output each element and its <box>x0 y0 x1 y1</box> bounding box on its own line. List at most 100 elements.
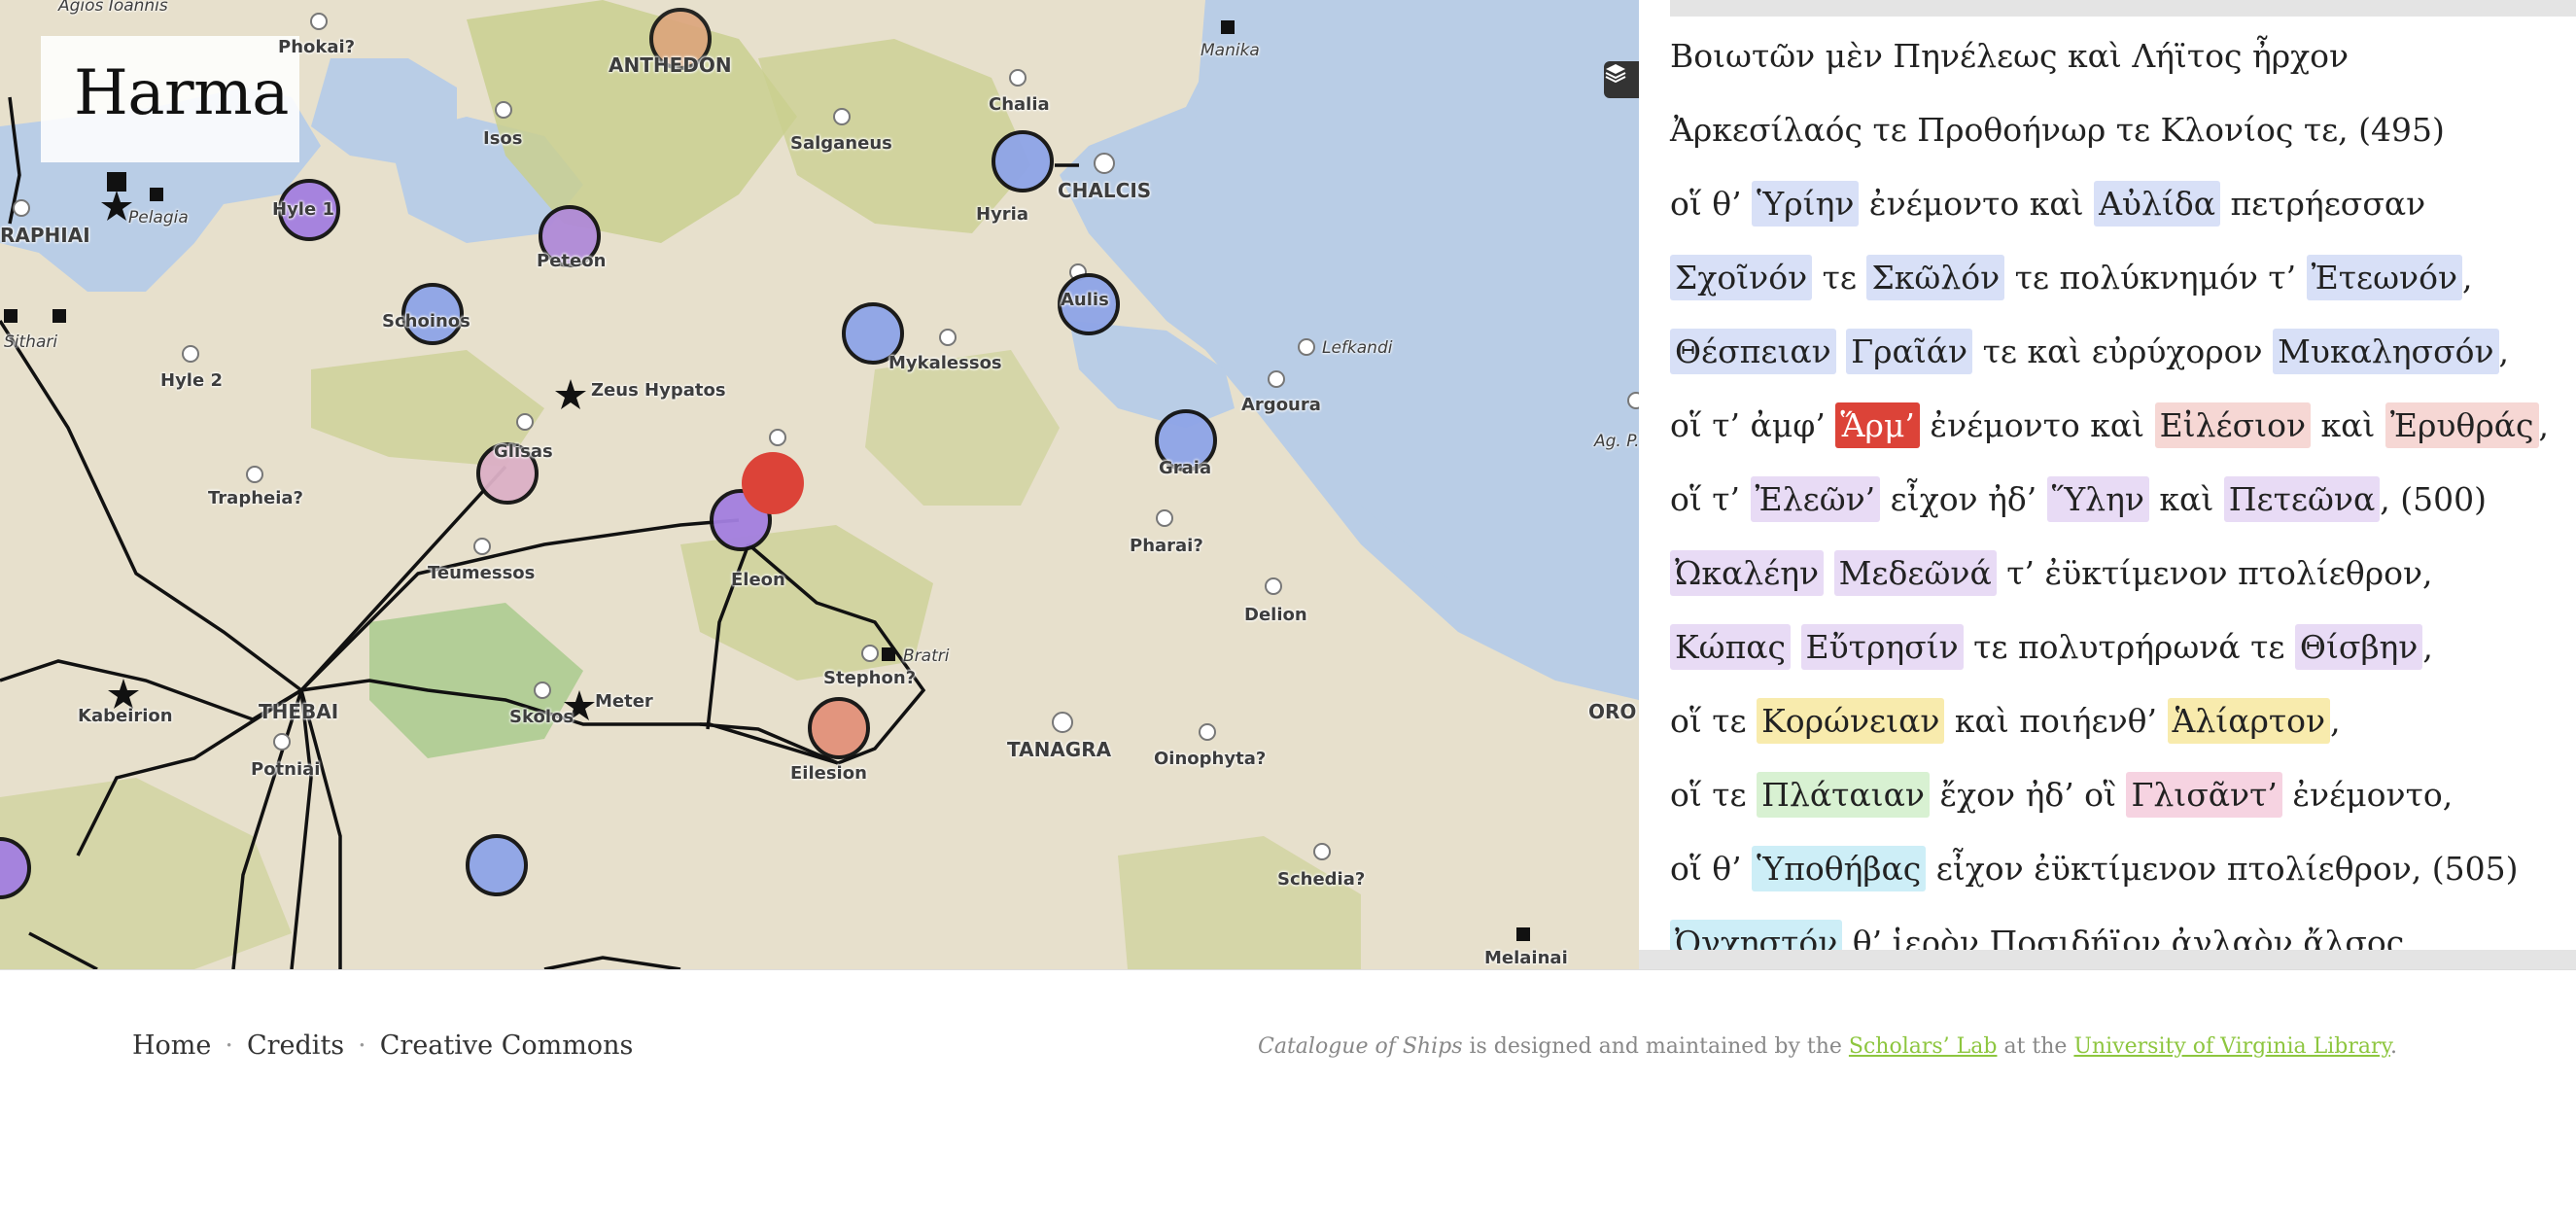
place-name[interactable]: Πετεῶνα <box>2223 476 2381 522</box>
verse-text: εἶχον ἐϋκτίμενον πτολίεθρον, (505) <box>1926 850 2519 888</box>
text-line: Ἀρκεσίλαός τε Προθοήνωρ τε Κλονίος τε, (… <box>1670 105 2549 179</box>
verse-text: τε <box>1812 259 1867 297</box>
place-name[interactable]: Κώπας <box>1670 624 1792 670</box>
credit-text: is designed and maintained by the <box>1462 1034 1849 1059</box>
verse-text: οἵ τ’ ἀμφ’ <box>1670 406 1836 444</box>
label-graia: Graia <box>1159 458 1212 478</box>
text-panel[interactable]: Βοιωτῶν μὲν Πηνέλεως καὶ Λήϊτος ἦρχον Ἀρκ… <box>1639 0 2576 969</box>
place-name[interactable]: Ὑρίην <box>1752 181 1860 227</box>
place-name[interactable]: Θίσβην <box>2294 624 2423 670</box>
marker-harma-active[interactable] <box>742 452 804 514</box>
verse-text: οἵ τε <box>1670 702 1758 740</box>
place-name[interactable]: Μεδεῶνά <box>1833 550 1997 596</box>
verse-text: εἶχον ἠδ’ <box>1880 480 2047 518</box>
link-uva-library[interactable]: University of Virginia Library <box>2073 1034 2390 1059</box>
label-argoura: Argoura <box>1241 395 1321 415</box>
verse-text: ἐνέμοντο, <box>2281 776 2454 814</box>
label-pharai: Pharai? <box>1130 536 1203 556</box>
text-line: οἵ τ’ ἀμφ’ Ἅρμ’ ἐνέμοντο καὶ Εἰλέσιον κα… <box>1670 401 2549 474</box>
place-name[interactable]: Ὕλην <box>2046 476 2149 522</box>
place-name[interactable]: Γλισᾶντ’ <box>2126 772 2282 818</box>
verse-text: οἵ θ’ <box>1670 185 1753 223</box>
place-name[interactable]: Μυκαλησσόν <box>2273 329 2499 374</box>
verse-text: ἐνέμοντο καὶ <box>1859 185 2095 223</box>
label-chalia: Chalia <box>989 94 1050 115</box>
label-salganeus: Salganeus <box>790 133 892 154</box>
label-manika: Manika <box>1201 41 1260 60</box>
label-potniai: Potniai <box>251 759 321 780</box>
footer-credit: Catalogue of Ships is designed and maint… <box>1258 1034 2397 1059</box>
verse-text: , <box>2498 332 2510 370</box>
verse-text: τε καὶ εὐρύχορον <box>1972 332 2274 370</box>
verse-text: πετρήεσσαν <box>2220 185 2426 223</box>
verse-text: οἵ τ’ <box>1670 480 1751 518</box>
verse-text: ἐνέμοντο καὶ <box>1919 406 2155 444</box>
label-hyria: Hyria <box>976 204 1028 225</box>
label-oinophyta: Oinophyta? <box>1154 749 1267 769</box>
label-melainai: Melainai <box>1484 948 1568 968</box>
label-delion: Delion <box>1244 605 1307 625</box>
verse-text: οἵ τε <box>1670 776 1758 814</box>
place-name[interactable]: Γραῖάν <box>1846 329 1973 374</box>
label-anthedon: ANTHEDON <box>609 53 732 77</box>
place-name[interactable]: Ὠκαλέην <box>1670 550 1825 596</box>
label-eleon: Eleon <box>731 570 785 590</box>
place-name[interactable]: Κορώνειαν <box>1757 698 1945 744</box>
verse-text: καὶ <box>2311 406 2385 444</box>
label-ag-p: Ag. P. <box>1594 432 1639 451</box>
nav-home[interactable]: Home <box>132 1031 211 1061</box>
place-name[interactable]: Αὐλίδα <box>2094 181 2220 227</box>
label-hyle-2: Hyle 2 <box>160 370 223 391</box>
map-title: Harma <box>41 36 299 162</box>
text-line: Θέσπειαν Γραῖάν τε καὶ εὐρύχορον Μυκαλησ… <box>1670 327 2549 401</box>
footer-nav: Home · Credits · Creative Commons <box>132 1031 633 1061</box>
place-name[interactable]: Θέσπειαν <box>1670 329 1836 374</box>
label-glisas: Glisas <box>494 441 553 462</box>
place-name[interactable]: Ἁλίαρτον <box>2167 698 2331 744</box>
place-name[interactable]: Σκῶλόν <box>1866 255 2005 300</box>
place-name[interactable]: Σχοῖνόν <box>1670 255 1813 300</box>
label-thebai: THEBAI <box>259 700 339 723</box>
layers-icon[interactable] <box>1604 61 1639 98</box>
place-name-active[interactable]: Ἅρμ’ <box>1835 402 1920 448</box>
place-name[interactable]: Πλάταιαν <box>1757 772 1930 818</box>
verse-text: τε πολύκνημόν τ’ <box>2004 259 2307 297</box>
verse-text: , <box>2538 406 2550 444</box>
label-phokai: Phokai? <box>278 37 356 57</box>
place-name[interactable]: Ἐρυθράς <box>2385 402 2539 448</box>
label-trapheia: Trapheia? <box>208 488 303 508</box>
scrollbar-top[interactable] <box>1670 0 2576 17</box>
credit-title: Catalogue of Ships <box>1258 1034 1463 1059</box>
nav-separator: · <box>358 1031 366 1061</box>
label-oro: ORO <box>1588 700 1637 723</box>
verse-text: τε πολυτρήρωνά τε <box>1963 628 2295 666</box>
nav-creative-commons[interactable]: Creative Commons <box>380 1031 634 1061</box>
label-agios-ioannis: Agios Ioannis <box>58 0 168 16</box>
text-line: Κώπας Εὔτρησίν τε πολυτρήρωνά τε Θίσβην, <box>1670 622 2549 696</box>
place-name[interactable]: Εὔτρησίν <box>1800 624 1964 670</box>
label-sithari: Sithari <box>4 332 58 352</box>
credit-end: . <box>2390 1034 2397 1059</box>
text-line: οἵ τε Πλάταιαν ἔχον ἠδ’ οἳ Γλισᾶντ’ ἐνέμ… <box>1670 770 2549 844</box>
marker-skolos <box>466 834 528 896</box>
marker-eilesion <box>808 697 870 759</box>
label-tanagra: TANAGRA <box>1007 738 1112 761</box>
text-line: οἵ θ’ Ὑρίην ἐνέμοντο καὶ Αὐλίδα πετρήεσσ… <box>1670 179 2549 253</box>
place-name[interactable]: Ὑποθήβας <box>1752 846 1927 891</box>
label-aulis: Aulis <box>1061 290 1109 310</box>
label-meter: Meter <box>595 691 653 712</box>
scrollbar-bottom[interactable] <box>1639 950 2576 969</box>
place-name[interactable]: Εἰλέσιον <box>2154 402 2312 448</box>
verse-text <box>1824 554 1834 592</box>
verse-text: καὶ ποιήενθ’ <box>1944 702 2168 740</box>
label-pelagia: Pelagia <box>128 208 189 227</box>
label-eilesion: Eilesion <box>790 763 867 784</box>
nav-separator: · <box>225 1031 233 1061</box>
place-name[interactable]: Ἐτεωνόν <box>2306 255 2463 300</box>
map[interactable]: Harma ANTHEDON Phokai? Chalia Manika Iso… <box>0 0 1639 969</box>
verse-text: , <box>2462 259 2473 297</box>
place-name[interactable]: Ἐλεῶν’ <box>1750 476 1881 522</box>
link-scholars-lab[interactable]: Scholars’ Lab <box>1849 1034 1998 1059</box>
nav-credits[interactable]: Credits <box>247 1031 344 1061</box>
verse-text: τ’ ἐϋκτίμενον πτολίεθρον, <box>1996 554 2433 592</box>
